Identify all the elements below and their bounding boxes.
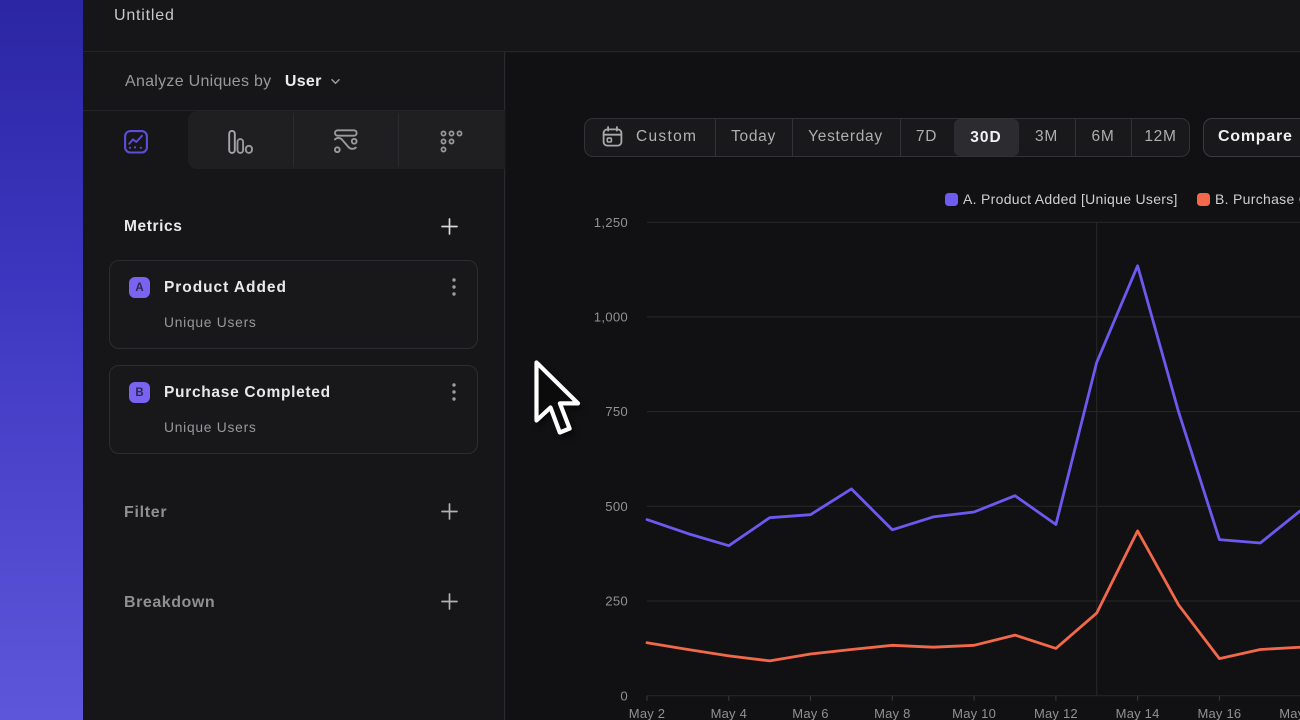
svg-text:May 8: May 8 <box>874 706 910 720</box>
svg-text:0: 0 <box>620 688 628 703</box>
svg-text:May 2: May 2 <box>629 706 665 720</box>
svg-text:May 10: May 10 <box>952 706 996 720</box>
svg-text:May 12: May 12 <box>1034 706 1078 720</box>
svg-text:500: 500 <box>605 499 628 514</box>
svg-text:May 4: May 4 <box>711 706 747 720</box>
svg-text:May 18: May 18 <box>1279 706 1300 720</box>
svg-text:May 14: May 14 <box>1116 706 1160 720</box>
svg-text:250: 250 <box>605 594 628 609</box>
svg-text:May 16: May 16 <box>1197 706 1241 720</box>
svg-text:750: 750 <box>605 404 628 419</box>
svg-text:May 6: May 6 <box>792 706 828 720</box>
svg-text:1,250: 1,250 <box>594 215 628 230</box>
svg-text:1,000: 1,000 <box>594 310 628 325</box>
